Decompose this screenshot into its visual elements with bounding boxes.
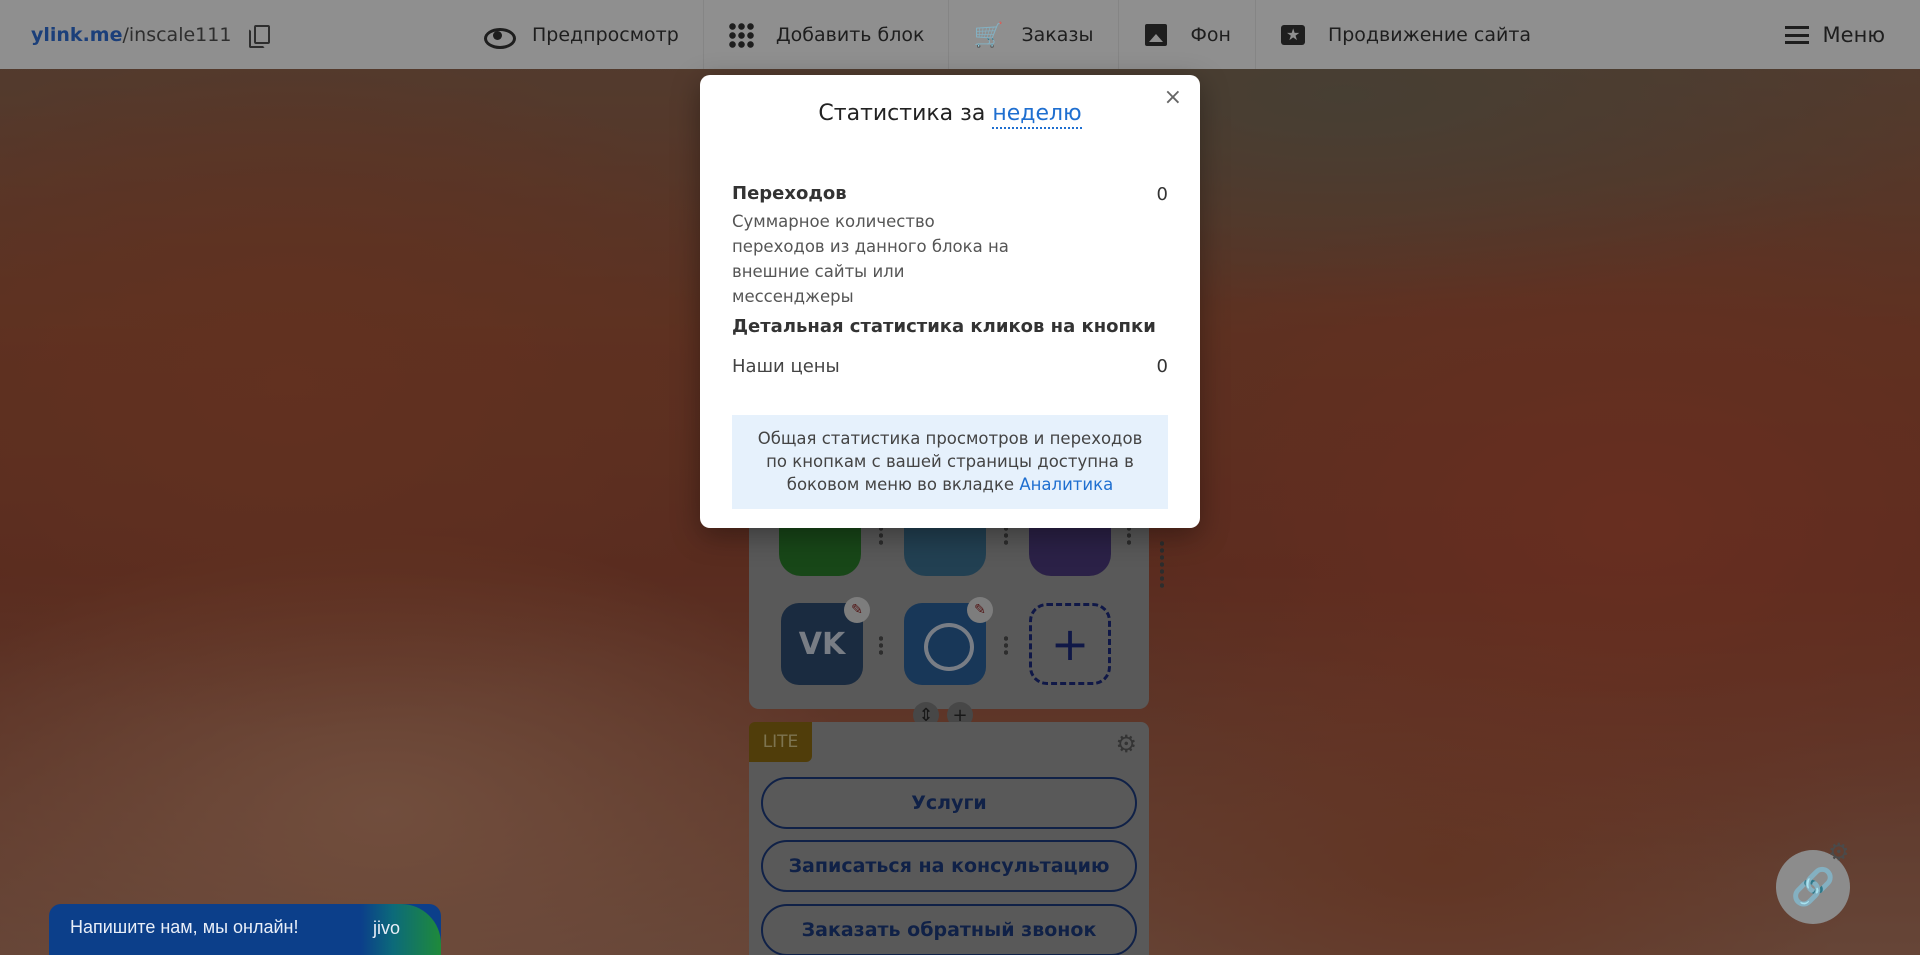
clicks-description: Суммарное количество переходов из данног… <box>732 212 1009 306</box>
chat-widget[interactable]: Напишите нам, мы онлайн! jivo <box>49 904 441 955</box>
detail-title: Детальная статистика кликов на кнопки <box>732 316 1156 337</box>
nav-orders[interactable]: 🛒 Заказы <box>949 0 1119 69</box>
nav-preview-label: Предпросмотр <box>532 23 679 46</box>
site-host: ylink.me <box>31 23 123 46</box>
top-bar: ylink.me/inscale111 Предпросмотр Добавит… <box>0 0 1920 69</box>
site-link[interactable]: ylink.me/inscale111 <box>31 0 271 69</box>
gear-icon[interactable]: ⚙ <box>1828 838 1850 866</box>
menu-button[interactable]: Меню <box>1784 0 1885 69</box>
detail-button-label: Наши цены <box>732 356 840 377</box>
jivo-logo: jivo <box>361 904 441 955</box>
nav-add-block-label: Добавить блок <box>775 23 925 46</box>
image-icon <box>1143 22 1169 48</box>
menu-label: Меню <box>1822 22 1885 47</box>
star-icon <box>1280 22 1306 48</box>
hamburger-icon <box>1784 25 1809 44</box>
nav-promotion[interactable]: Продвижение сайта <box>1256 0 1555 69</box>
period-selector[interactable]: неделю <box>992 101 1082 129</box>
eye-icon <box>484 22 516 49</box>
detail-button-value: 0 <box>1156 356 1168 377</box>
clicks-value: 0 <box>1156 184 1168 205</box>
grid-icon <box>727 21 754 48</box>
cart-icon: 🛒 <box>973 20 1004 49</box>
modal-title-prefix: Статистика за <box>818 101 986 126</box>
info-box: Общая статистика просмотров и переходов … <box>732 415 1168 509</box>
clicks-label: Переходов <box>732 183 847 204</box>
statistics-modal: × Статистика за неделю Переходов 0 Сумма… <box>700 75 1200 528</box>
nav-add-block[interactable]: Добавить блок <box>704 0 950 69</box>
nav-orders-label: Заказы <box>1021 23 1094 46</box>
analytics-link[interactable]: Аналитика <box>1019 475 1113 494</box>
chat-text: Напишите нам, мы онлайн! <box>70 917 299 937</box>
top-nav: Предпросмотр Добавить блок 🛒 Заказы Фон … <box>460 0 1555 69</box>
nav-background[interactable]: Фон <box>1119 0 1256 69</box>
site-path: /inscale111 <box>122 23 232 46</box>
modal-title: Статистика за неделю <box>700 101 1200 129</box>
jivo-logo-text: jivo <box>373 918 401 938</box>
nav-background-label: Фон <box>1190 23 1231 46</box>
nav-preview[interactable]: Предпросмотр <box>460 0 704 69</box>
copy-icon[interactable] <box>249 24 271 48</box>
nav-promotion-label: Продвижение сайта <box>1327 23 1532 46</box>
